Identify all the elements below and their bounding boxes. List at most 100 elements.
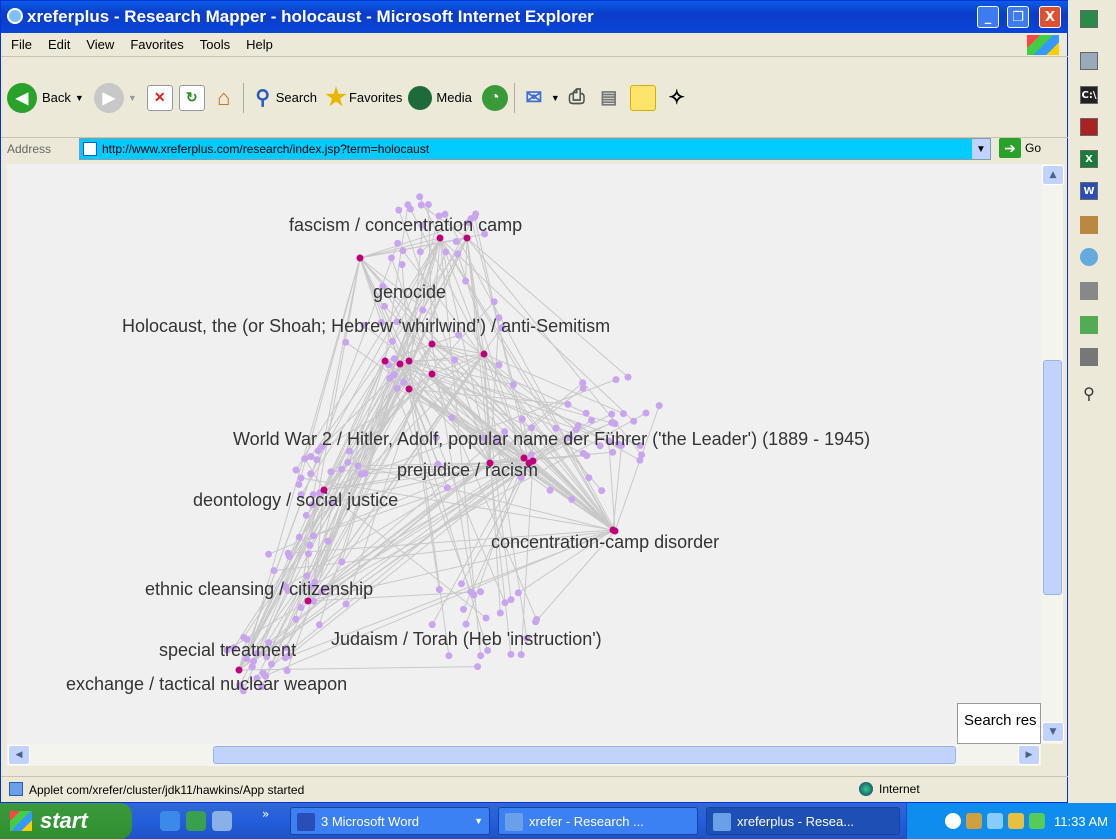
graph-node[interactable] bbox=[417, 201, 425, 209]
graph-node[interactable] bbox=[568, 496, 576, 503]
graph-node[interactable] bbox=[301, 455, 309, 463]
graph-node[interactable] bbox=[630, 417, 638, 425]
map-label[interactable]: ethnic cleansing / citizenship bbox=[145, 579, 373, 599]
back-button[interactable]: ◀ Back ▼ bbox=[7, 82, 88, 113]
graph-node[interactable] bbox=[636, 456, 644, 464]
menu-edit[interactable]: Edit bbox=[42, 37, 80, 52]
graph-node[interactable] bbox=[490, 298, 498, 306]
graph-node[interactable] bbox=[416, 248, 424, 256]
graph-node[interactable] bbox=[306, 541, 314, 549]
minimize-button[interactable]: _ bbox=[977, 6, 999, 28]
graph-node[interactable] bbox=[582, 409, 590, 417]
graph-node[interactable] bbox=[307, 453, 315, 461]
graph-hub-node[interactable] bbox=[463, 234, 471, 242]
graph-node[interactable] bbox=[546, 486, 554, 494]
graph-node[interactable] bbox=[313, 456, 321, 464]
horizontal-scrollbar[interactable]: ◀ ▶ bbox=[7, 744, 1041, 766]
graph-node[interactable] bbox=[608, 410, 616, 418]
media-button[interactable]: Media bbox=[408, 85, 472, 110]
graph-node[interactable] bbox=[324, 537, 332, 545]
user-icon[interactable] bbox=[1080, 248, 1098, 266]
scroll-right-icon[interactable]: ▶ bbox=[1018, 745, 1040, 765]
graph-node[interactable] bbox=[609, 448, 617, 456]
excel-icon[interactable]: X bbox=[1080, 150, 1098, 168]
translate-icon[interactable] bbox=[1080, 348, 1098, 366]
graph-node[interactable] bbox=[302, 511, 310, 519]
map-label[interactable]: special treatment bbox=[159, 640, 296, 660]
graph-node[interactable] bbox=[612, 376, 620, 384]
graph-node[interactable] bbox=[619, 410, 627, 418]
horizontal-scroll-thumb[interactable] bbox=[213, 746, 956, 764]
java-icon[interactable] bbox=[966, 813, 983, 829]
graph-node[interactable] bbox=[564, 400, 572, 408]
messenger-icon[interactable]: ✧ bbox=[664, 85, 690, 111]
menu-favorites[interactable]: Favorites bbox=[124, 37, 193, 52]
menu-view[interactable]: View bbox=[80, 37, 124, 52]
graph-node[interactable] bbox=[297, 474, 305, 482]
refresh-icon[interactable]: ↻ bbox=[178, 84, 205, 111]
graph-node[interactable] bbox=[381, 302, 388, 310]
graph-node[interactable] bbox=[399, 247, 407, 255]
go-button[interactable]: ➔ Go bbox=[999, 138, 1041, 158]
graph-node[interactable] bbox=[270, 567, 278, 575]
graph-node[interactable] bbox=[292, 615, 300, 623]
recycle-icon[interactable] bbox=[1080, 216, 1098, 234]
graph-node[interactable] bbox=[295, 481, 303, 488]
graph-hub-node[interactable] bbox=[235, 666, 243, 674]
graph-node[interactable] bbox=[342, 338, 350, 346]
graph-node[interactable] bbox=[390, 355, 398, 363]
map-label[interactable]: Holocaust, the (or Shoah; Hebrew ‘whirlw… bbox=[122, 316, 610, 336]
graph-node[interactable] bbox=[424, 201, 432, 208]
stop-icon[interactable]: ✕ bbox=[146, 84, 173, 111]
graph-hub-node[interactable] bbox=[480, 350, 488, 358]
graph-node[interactable] bbox=[495, 361, 503, 369]
map-label[interactable]: exchange / tactical nuclear weapon bbox=[66, 674, 347, 694]
pen-icon[interactable] bbox=[1080, 316, 1098, 334]
graph-node[interactable] bbox=[398, 261, 406, 268]
map-label[interactable]: Judaism / Torah (Heb 'instruction') bbox=[331, 629, 602, 649]
acrobat-icon[interactable] bbox=[1080, 118, 1098, 136]
graph-node[interactable] bbox=[517, 651, 525, 659]
graph-node[interactable] bbox=[394, 239, 402, 247]
task-word[interactable]: 3 Microsoft Word ▼ bbox=[290, 807, 490, 835]
graph-node[interactable] bbox=[583, 452, 591, 460]
graph-node[interactable] bbox=[624, 373, 632, 381]
graph-node[interactable] bbox=[598, 487, 606, 495]
graph-node[interactable] bbox=[297, 604, 305, 611]
graph-node[interactable] bbox=[509, 381, 517, 389]
graph-node[interactable] bbox=[462, 620, 470, 628]
graph-node[interactable] bbox=[416, 193, 424, 201]
mail-dropdown-icon[interactable]: ▼ bbox=[551, 93, 560, 103]
search-results-box[interactable]: Search res bbox=[957, 703, 1041, 744]
graph-node[interactable] bbox=[357, 470, 365, 478]
graph-node[interactable] bbox=[579, 384, 587, 392]
graph-node[interactable] bbox=[428, 621, 436, 629]
security-icon[interactable] bbox=[1008, 813, 1025, 829]
calculator-icon[interactable] bbox=[1080, 52, 1098, 70]
menu-help[interactable]: Help bbox=[240, 37, 283, 52]
graph-node[interactable] bbox=[482, 614, 490, 622]
vertical-scroll-thumb[interactable] bbox=[1043, 360, 1062, 595]
network-icon[interactable] bbox=[987, 813, 1004, 829]
graph-node[interactable] bbox=[611, 420, 619, 428]
back-dropdown-icon[interactable]: ▼ bbox=[75, 93, 84, 103]
favorites-button[interactable]: ★ Favorites bbox=[323, 84, 402, 111]
graph-node[interactable] bbox=[518, 415, 526, 423]
graph-node[interactable] bbox=[265, 550, 273, 558]
graph-node[interactable] bbox=[386, 374, 394, 382]
graph-node[interactable] bbox=[285, 552, 293, 560]
graph-node[interactable] bbox=[304, 550, 312, 558]
graph-node[interactable] bbox=[451, 356, 458, 364]
address-input[interactable]: http://www.xreferplus.com/research/index… bbox=[79, 138, 991, 160]
graph-node[interactable] bbox=[315, 621, 323, 629]
zoom-icon[interactable]: ⚲ bbox=[1080, 384, 1098, 403]
restore-button[interactable]: ❐ bbox=[1007, 6, 1029, 28]
graph-node[interactable] bbox=[507, 596, 515, 604]
graph-node[interactable] bbox=[393, 384, 401, 392]
graph-node[interactable] bbox=[388, 337, 396, 345]
task-xreferplus[interactable]: xreferplus - Resea... bbox=[706, 807, 900, 835]
print-icon[interactable]: ⎙ bbox=[564, 85, 590, 111]
map-label[interactable]: genocide bbox=[373, 282, 446, 302]
scroll-up-icon[interactable]: ▲ bbox=[1042, 165, 1064, 185]
graph-node[interactable] bbox=[655, 402, 663, 410]
